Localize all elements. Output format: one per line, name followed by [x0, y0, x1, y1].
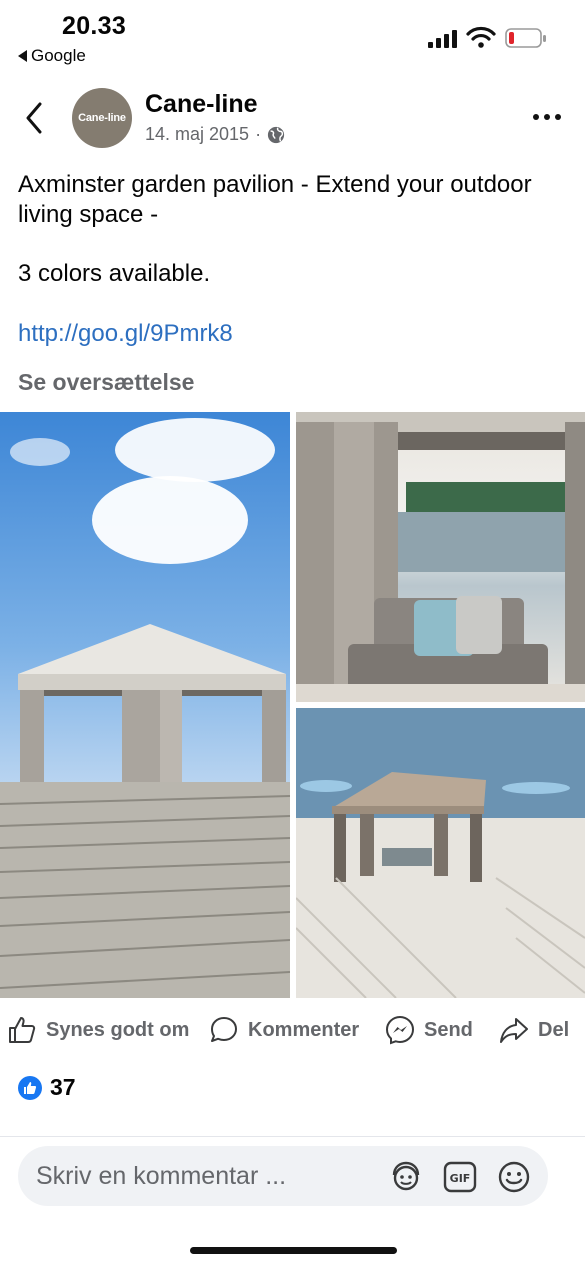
meta-separator: ·: [255, 124, 262, 144]
see-translation-link[interactable]: Se oversættelse: [18, 369, 194, 396]
emoji-icon[interactable]: [496, 1159, 532, 1195]
gif-icon[interactable]: GIF: [442, 1159, 478, 1195]
send-button[interactable]: Send: [384, 1008, 473, 1052]
more-dot: [555, 114, 561, 120]
more-options-button[interactable]: [533, 114, 561, 120]
like-reaction-icon: [18, 1075, 42, 1100]
cellular-signal-icon: [428, 30, 457, 48]
more-dot: [533, 114, 539, 120]
chevron-left-icon[interactable]: [20, 100, 52, 136]
comment-label: Kommenter: [248, 1018, 360, 1041]
speech-bubble-icon: [211, 1017, 237, 1042]
page-name[interactable]: Cane-line: [145, 90, 258, 119]
post-actions-bar: Synes godt om Kommenter Send Del: [0, 1008, 585, 1052]
like-button[interactable]: Synes godt om: [6, 1008, 189, 1052]
reaction-summary[interactable]: 37: [18, 1074, 76, 1101]
like-count: 37: [50, 1074, 76, 1100]
thumbs-up-icon: [9, 1017, 36, 1043]
post-link[interactable]: http://goo.gl/9Pmrk8: [18, 319, 233, 349]
share-arrow-icon: [500, 1018, 528, 1043]
avatar-logo-text: Cane-line: [78, 112, 126, 124]
back-triangle-icon: [18, 50, 27, 62]
battery-icon: [505, 28, 546, 48]
post-date[interactable]: 14. maj 2015: [145, 124, 249, 145]
wifi-icon: [466, 26, 496, 48]
avatar-sticker-icon[interactable]: [388, 1159, 424, 1195]
status-time: 20.33: [62, 12, 127, 40]
post-text-line-2: 3 colors available.: [18, 260, 211, 287]
like-label: Synes godt om: [46, 1018, 190, 1041]
globe-icon: [267, 126, 285, 143]
avatar[interactable]: Cane-line: [72, 88, 132, 148]
post-photo-2[interactable]: [296, 412, 585, 702]
back-to-app-link[interactable]: Google: [18, 46, 86, 66]
share-button[interactable]: Del: [498, 1008, 569, 1052]
svg-text:GIF: GIF: [450, 1172, 471, 1185]
status-bar: 20.33 Google: [0, 0, 585, 72]
messenger-icon: [385, 1015, 415, 1045]
comment-button[interactable]: Kommenter: [208, 1008, 359, 1052]
send-label: Send: [424, 1018, 473, 1041]
back-app-label: Google: [31, 46, 86, 65]
post-meta: 14. maj 2015 ·: [145, 124, 285, 145]
post-text-line-1: Axminster garden pavilion - Extend your …: [18, 171, 532, 228]
post-photo-3[interactable]: [296, 708, 585, 998]
more-dot: [544, 114, 550, 120]
divider: [0, 1136, 585, 1137]
home-indicator[interactable]: [190, 1247, 397, 1254]
share-label: Del: [538, 1018, 570, 1041]
comment-input[interactable]: [36, 1146, 376, 1206]
post-photo-1[interactable]: [0, 412, 290, 998]
comment-box: GIF: [18, 1146, 548, 1206]
